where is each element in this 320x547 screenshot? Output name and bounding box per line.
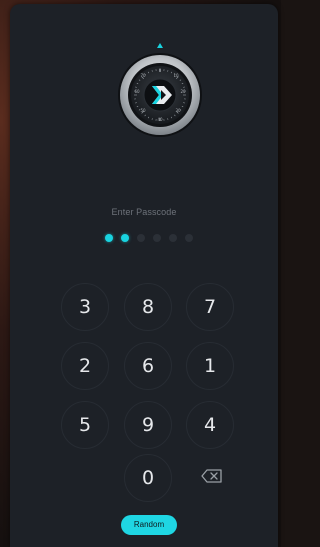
svg-text:70: 70 bbox=[140, 73, 146, 78]
key-1[interactable]: 1 bbox=[186, 342, 234, 390]
svg-text:30: 30 bbox=[175, 108, 181, 113]
passcode-dot bbox=[105, 234, 113, 242]
passcode-dots bbox=[105, 234, 205, 244]
key-2[interactable]: 2 bbox=[61, 342, 109, 390]
passcode-dot bbox=[169, 234, 177, 242]
svg-text:10: 10 bbox=[173, 73, 179, 78]
svg-text:0: 0 bbox=[159, 68, 162, 73]
random-button[interactable]: Random bbox=[121, 515, 177, 535]
key-8[interactable]: 8 bbox=[124, 283, 172, 331]
passcode-dot bbox=[185, 234, 193, 242]
svg-text:60: 60 bbox=[134, 89, 140, 94]
passcode-dot bbox=[121, 234, 129, 242]
dial-lock-logo-icon: 0 10 20 30 40 50 60 70 bbox=[108, 41, 212, 145]
key-9[interactable]: 9 bbox=[124, 401, 172, 449]
svg-text:50: 50 bbox=[140, 108, 146, 113]
key-bottom[interactable]: 0 bbox=[124, 454, 172, 502]
key-4[interactable]: 4 bbox=[186, 401, 234, 449]
key-5[interactable]: 5 bbox=[61, 401, 109, 449]
key-7[interactable]: 7 bbox=[186, 283, 234, 331]
passcode-prompt: Enter Passcode bbox=[111, 207, 177, 217]
lock-panel: 0 10 20 30 40 50 60 70 Enter Passcode 38… bbox=[10, 4, 278, 547]
key-3[interactable]: 3 bbox=[61, 283, 109, 331]
key-6[interactable]: 6 bbox=[124, 342, 172, 390]
passcode-dot bbox=[153, 234, 161, 242]
backspace-icon[interactable] bbox=[199, 462, 227, 490]
svg-text:20: 20 bbox=[180, 89, 186, 94]
svg-text:40: 40 bbox=[157, 117, 163, 122]
passcode-dot bbox=[137, 234, 145, 242]
